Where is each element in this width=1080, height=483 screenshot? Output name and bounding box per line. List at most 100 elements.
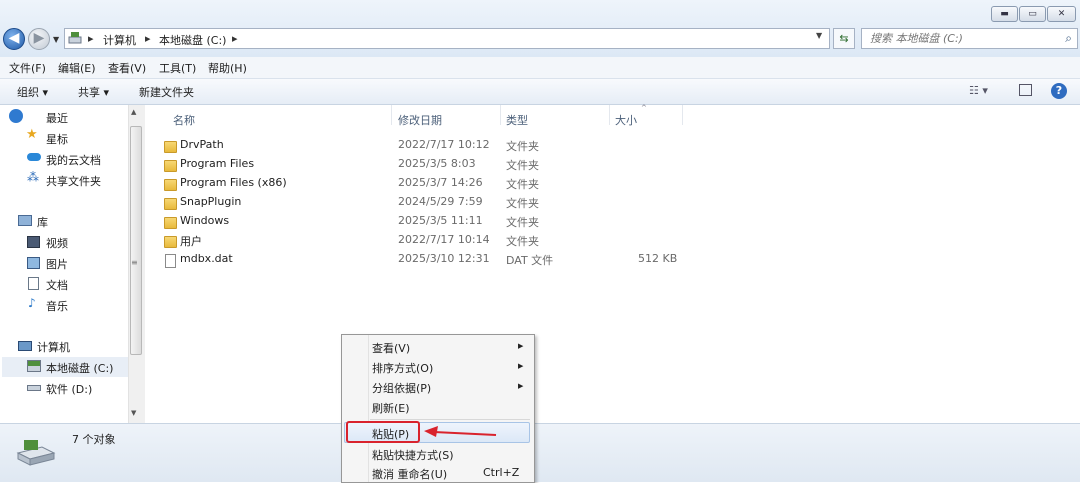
folder-icon xyxy=(164,160,177,172)
nav-item-documents[interactable]: 文档 xyxy=(46,277,68,293)
file-name: SnapPlugin xyxy=(180,195,242,208)
help-icon[interactable]: ? xyxy=(1051,83,1067,99)
file-row[interactable]: Program Files (x86) 2025/3/7 14:26 文件夹 xyxy=(0,176,700,195)
file-type: 文件夹 xyxy=(506,159,539,172)
crumb-separator: ▸ xyxy=(145,32,151,45)
menu-bar: 文件(F) 编辑(E) 查看(V) 工具(T) 帮助(H) xyxy=(0,57,1080,79)
context-item-view[interactable]: 查看(V) xyxy=(372,340,410,356)
menu-edit[interactable]: 编辑(E) xyxy=(58,60,96,76)
search-box[interactable]: ⌕ xyxy=(861,28,1078,49)
submenu-arrow-icon: ▶ xyxy=(518,382,524,390)
breadcrumb-computer[interactable]: 计算机 xyxy=(103,32,136,48)
file-row[interactable]: Windows 2025/3/5 11:11 文件夹 xyxy=(0,214,700,233)
file-date: 2025/3/7 14:26 xyxy=(398,176,483,189)
file-name: Windows xyxy=(180,214,230,227)
file-type: 文件夹 xyxy=(506,197,539,210)
nav-item-recent[interactable]: 最近 xyxy=(46,110,68,126)
menu-separator xyxy=(370,419,530,420)
drive-icon xyxy=(27,385,41,391)
crumb-separator: ▸ xyxy=(88,32,94,45)
address-bar[interactable]: ▸ 计算机 ▸ 本地磁盘 (C:) ▸ xyxy=(64,28,830,49)
column-header-size[interactable]: 大小 xyxy=(615,112,637,128)
file-type: DAT 文件 xyxy=(506,254,554,267)
close-button[interactable]: ✕ xyxy=(1047,6,1076,22)
context-menu: 查看(V) ▶ 排序方式(O) ▶ 分组依据(P) ▶ 刷新(E) 粘贴(P) … xyxy=(341,334,535,483)
preview-pane-icon[interactable] xyxy=(1019,84,1032,96)
nav-item-drive-d[interactable]: 软件 (D:) xyxy=(46,381,92,397)
command-toolbar: 组织 ▾ 共享 ▾ 新建文件夹 ☷ ▾ ? xyxy=(0,79,1080,105)
submenu-arrow-icon: ▶ xyxy=(518,342,524,350)
menu-help[interactable]: 帮助(H) xyxy=(208,60,247,76)
context-item-undo-rename[interactable]: 撤消 重命名(U) xyxy=(372,466,447,482)
file-type: 文件夹 xyxy=(506,216,539,229)
file-row[interactable]: SnapPlugin 2024/5/29 7:59 文件夹 xyxy=(0,195,700,214)
file-row[interactable]: Program Files 2025/3/5 8:03 文件夹 xyxy=(0,157,700,176)
search-icon[interactable]: ⌕ xyxy=(1065,31,1072,46)
column-divider[interactable] xyxy=(609,105,610,125)
file-type: 文件夹 xyxy=(506,235,539,248)
column-divider[interactable] xyxy=(391,105,392,125)
scroll-up-icon[interactable]: ▲ xyxy=(131,108,136,116)
nav-header-computer[interactable]: 计算机 xyxy=(37,339,70,355)
drive-icon xyxy=(27,360,41,372)
computer-icon xyxy=(18,341,32,351)
file-row[interactable]: DrvPath 2022/7/17 10:12 文件夹 xyxy=(0,138,700,157)
file-name: DrvPath xyxy=(180,138,224,151)
sort-caret-icon: ^ xyxy=(641,104,647,112)
menu-tools[interactable]: 工具(T) xyxy=(159,60,196,76)
item-count: 7 个对象 xyxy=(72,433,116,446)
recent-icon xyxy=(9,109,23,123)
organize-button[interactable]: 组织 ▾ xyxy=(17,84,48,100)
scroll-down-icon[interactable]: ▼ xyxy=(131,409,136,417)
nav-item-local-disk-c[interactable]: 本地磁盘 (C:) xyxy=(46,360,113,376)
file-date: 2025/3/10 12:31 xyxy=(398,252,490,265)
file-row[interactable]: 用户 2022/7/17 10:14 文件夹 xyxy=(0,233,700,252)
nav-item-music[interactable]: 音乐 xyxy=(46,298,68,314)
view-options-icon[interactable]: ☷ ▾ xyxy=(969,84,988,97)
file-date: 2025/3/5 8:03 xyxy=(398,157,476,170)
file-name: mdbx.dat xyxy=(180,252,233,265)
folder-icon xyxy=(164,236,177,248)
context-item-paste[interactable]: 粘贴(P) xyxy=(372,426,409,442)
maximize-button[interactable]: ▭ xyxy=(1019,6,1046,22)
file-date: 2024/5/29 7:59 xyxy=(398,195,483,208)
recent-pages-dropdown[interactable]: ▼ xyxy=(53,35,59,44)
shortcut-label: Ctrl+Z xyxy=(483,466,520,479)
file-date: 2022/7/17 10:12 xyxy=(398,138,490,151)
file-date: 2025/3/5 11:11 xyxy=(398,214,483,227)
file-name: Program Files xyxy=(180,157,255,170)
forward-button[interactable]: ▶ xyxy=(28,28,50,50)
column-divider[interactable] xyxy=(682,105,683,125)
folder-icon xyxy=(164,217,177,229)
column-header-name[interactable]: 名称 xyxy=(173,112,195,128)
file-name: 用户 xyxy=(180,235,202,248)
column-header-date[interactable]: 修改日期 xyxy=(398,112,442,128)
breadcrumb-local-disk-c[interactable]: 本地磁盘 (C:) xyxy=(159,32,226,48)
menu-gutter xyxy=(368,335,369,482)
address-dropdown-icon[interactable]: ▼ xyxy=(816,31,822,40)
back-button[interactable]: ◀ xyxy=(3,28,25,50)
crumb-separator: ▸ xyxy=(232,32,238,45)
context-item-refresh[interactable]: 刷新(E) xyxy=(372,400,410,416)
folder-icon xyxy=(164,179,177,191)
context-item-group-by[interactable]: 分组依据(P) xyxy=(372,380,431,396)
file-size: 512 KB xyxy=(638,252,678,265)
menu-file[interactable]: 文件(F) xyxy=(9,60,46,76)
new-folder-button[interactable]: 新建文件夹 xyxy=(139,84,194,100)
arrow-left-icon: ◀ xyxy=(8,30,20,46)
context-item-sort-by[interactable]: 排序方式(O) xyxy=(372,360,433,376)
refresh-button[interactable]: ⇆ xyxy=(833,28,855,49)
drive-icon xyxy=(68,32,82,44)
column-header-type[interactable]: 类型 xyxy=(506,112,528,128)
column-divider[interactable] xyxy=(500,105,501,125)
status-bar: 7 个对象 xyxy=(0,423,1080,482)
share-button[interactable]: 共享 ▾ xyxy=(78,84,109,100)
document-icon xyxy=(28,277,39,290)
folder-icon xyxy=(164,141,177,153)
file-row[interactable]: mdbx.dat 2025/3/10 12:31 DAT 文件 512 KB xyxy=(0,252,700,271)
file-icon xyxy=(165,254,176,268)
search-input[interactable] xyxy=(868,31,1057,46)
context-item-paste-shortcut[interactable]: 粘贴快捷方式(S) xyxy=(372,447,454,463)
minimize-button[interactable]: ▬ xyxy=(991,6,1018,22)
menu-view[interactable]: 查看(V) xyxy=(108,60,146,76)
